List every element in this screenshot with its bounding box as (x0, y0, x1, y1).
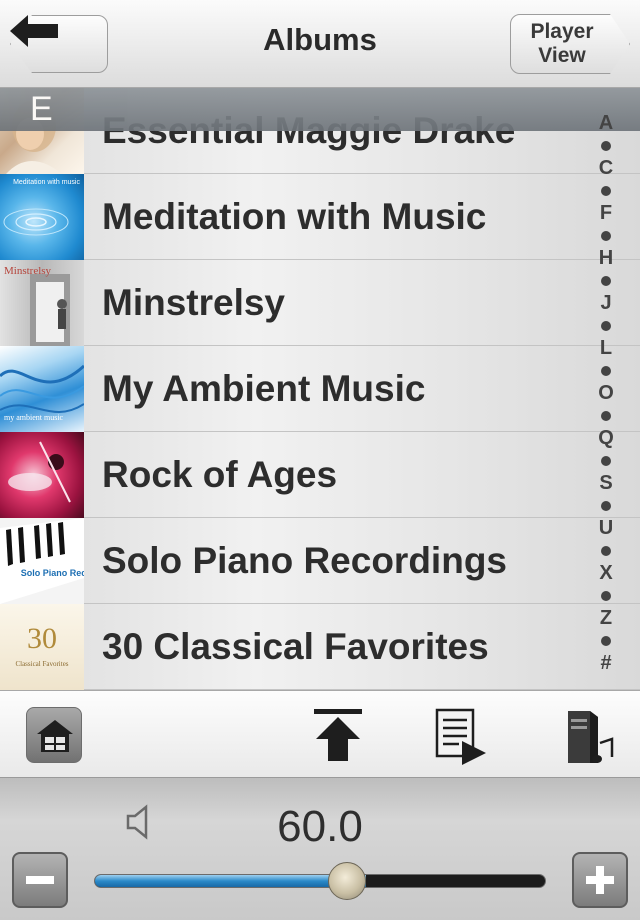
alphabet-index[interactable]: A C F H J L O Q S U X Z # (594, 112, 618, 675)
index-letter[interactable]: S (599, 472, 612, 495)
volume-down-button[interactable] (12, 852, 68, 908)
player-view-label-line1: Player (530, 20, 594, 43)
index-letter[interactable]: H (599, 247, 613, 270)
home-icon (37, 720, 73, 752)
list-item[interactable]: Solo Piano Recordings Solo Piano Recordi… (0, 517, 640, 604)
list-item[interactable]: Rock of Ages (0, 431, 640, 518)
section-header-letter: E (30, 90, 53, 128)
index-dot (601, 501, 611, 511)
index-dot (601, 276, 611, 286)
scroll-to-top-button[interactable] (312, 707, 364, 768)
volume-panel: 60.0 (0, 778, 640, 920)
toolbar (0, 690, 640, 778)
index-dot (601, 186, 611, 196)
index-letter[interactable]: X (599, 562, 612, 585)
index-letter[interactable]: U (599, 517, 613, 540)
index-dot (601, 636, 611, 646)
music-server-icon (568, 711, 614, 763)
album-art-text: Meditation with music (13, 179, 80, 186)
index-letter[interactable]: # (600, 652, 611, 675)
index-letter[interactable]: C (599, 157, 613, 180)
album-title: My Ambient Music (102, 367, 426, 409)
list-item[interactable]: 30 Classical Favorites 30 Classical Favo… (0, 603, 640, 690)
volume-value: 60.0 (277, 802, 363, 851)
speaker-icon (126, 804, 148, 840)
album-art-piano: Solo Piano Recordings (0, 517, 84, 604)
album-art-blue-waves: my ambient music (0, 345, 84, 432)
album-title: Rock of Ages (102, 453, 338, 495)
index-dot (601, 141, 611, 151)
album-art-text: Classical Favorites (15, 660, 68, 668)
album-title: Meditation with Music (102, 195, 487, 237)
album-list[interactable]: Essential Maggie Drake Meditation with m… (0, 88, 640, 690)
index-dot (601, 546, 611, 556)
plus-icon (586, 866, 614, 894)
index-letter[interactable]: A (599, 112, 613, 135)
scroll-to-top-icon (314, 709, 362, 761)
navigation-bar: Albums Player View (0, 0, 640, 88)
list-item[interactable]: Minstrelsy Minstrelsy (0, 259, 640, 346)
index-dot (601, 231, 611, 241)
album-art-water-ripple: Meditation with music (0, 173, 84, 260)
album-art-drummer (0, 431, 84, 518)
list-item[interactable]: my ambient music My Ambient Music (0, 345, 640, 432)
album-art-text: Solo Piano Recordings (21, 568, 84, 578)
minus-icon (26, 876, 54, 884)
album-art-classical: 30 Classical Favorites (0, 603, 84, 690)
album-title: Solo Piano Recordings (102, 539, 507, 581)
index-letter[interactable]: Z (600, 607, 612, 630)
volume-slider-knob[interactable] (328, 862, 367, 900)
album-title: Minstrelsy (102, 281, 286, 323)
index-letter[interactable]: L (600, 337, 612, 360)
volume-slider-fill (95, 875, 367, 887)
list-item[interactable]: Meditation with music Meditation with Mu… (0, 173, 640, 260)
page-title: Albums (263, 22, 377, 57)
index-letter[interactable]: J (600, 292, 611, 315)
index-dot (601, 321, 611, 331)
index-letter[interactable]: O (598, 382, 614, 405)
playlist-play-icon (435, 708, 486, 765)
music-server-button[interactable] (560, 707, 616, 772)
playlist-button[interactable] (434, 707, 490, 772)
index-letter[interactable]: F (600, 202, 612, 225)
section-header: E (0, 88, 640, 131)
index-dot (601, 366, 611, 376)
album-art-text: Minstrelsy (4, 265, 52, 277)
volume-up-button[interactable] (572, 852, 628, 908)
player-view-button[interactable]: Player View (510, 14, 630, 74)
index-dot (601, 591, 611, 601)
index-dot (601, 456, 611, 466)
player-view-label-line2: View (538, 44, 586, 67)
back-arrow-icon (10, 15, 108, 73)
album-art-minstrelsy: Minstrelsy (0, 259, 84, 346)
album-art-text: my ambient music (4, 413, 64, 422)
index-letter[interactable]: Q (598, 427, 614, 450)
home-button[interactable] (26, 707, 82, 763)
index-dot (601, 411, 611, 421)
volume-slider-track[interactable] (94, 874, 546, 888)
album-art-number: 30 (27, 622, 57, 655)
album-title: 30 Classical Favorites (102, 625, 489, 667)
